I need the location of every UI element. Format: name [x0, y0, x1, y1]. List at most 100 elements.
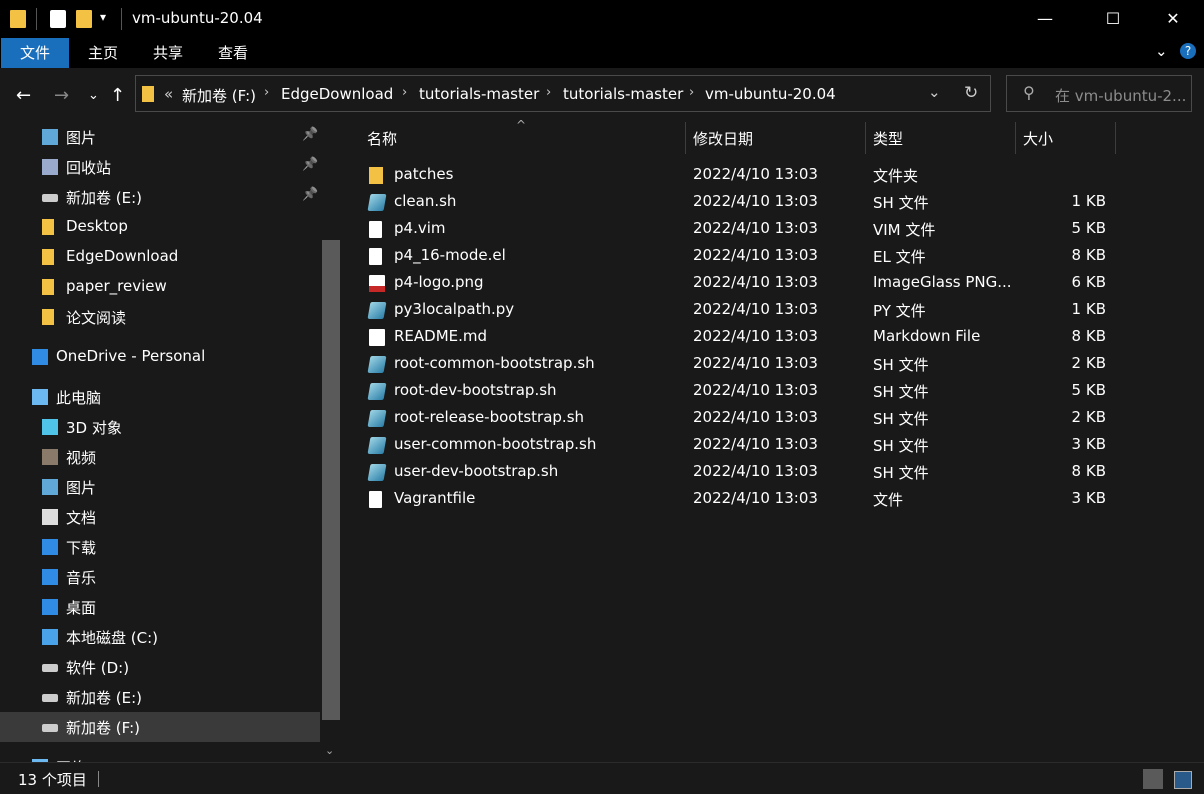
file-row[interactable]: p4_16-mode.el 2022/4/10 13:03 EL 文件 8 KB	[366, 243, 1126, 270]
column-header-name[interactable]: 名称	[367, 128, 397, 149]
column-divider[interactable]	[865, 122, 866, 154]
file-row[interactable]: clean.sh 2022/4/10 13:03 SH 文件 1 KB	[366, 189, 1126, 216]
breadcrumb-separator-icon[interactable]: ›	[546, 85, 551, 100]
sidebar-scrollbar[interactable]: ⌄	[320, 122, 342, 762]
file-size: 8 KB	[1071, 462, 1106, 480]
pictures-icon	[42, 129, 58, 145]
breadcrumb-separator-icon[interactable]: ›	[402, 85, 407, 100]
ribbon-tabs: 文件 主页 共享 查看 ⌄ ?	[0, 38, 1204, 68]
refresh-icon[interactable]: ↻	[964, 83, 978, 103]
tab-view[interactable]: 查看	[210, 38, 256, 68]
customize-toolbar-icon[interactable]: ▾	[100, 10, 106, 24]
sidebar-item[interactable]: 3D 对象	[0, 412, 320, 442]
recent-locations-icon[interactable]: ⌄	[88, 84, 99, 108]
sidebar-item[interactable]: 回收站 📌	[0, 152, 320, 182]
breadcrumb-item[interactable]: vm-ubuntu-20.04	[705, 85, 836, 103]
pin-icon[interactable]: 📌	[302, 157, 318, 172]
new-folder-icon[interactable]	[76, 10, 92, 28]
search-box[interactable]: ⚲ 在 vm-ubuntu-2...	[1006, 75, 1192, 112]
chevron-down-icon[interactable]: ⌄	[928, 83, 941, 101]
file-row[interactable]: root-release-bootstrap.sh 2022/4/10 13:03…	[366, 405, 1126, 432]
sidebar-item-label: 新加卷 (E:)	[66, 689, 143, 707]
sidebar-item-label: EdgeDownload	[66, 247, 179, 265]
file-type: SH 文件	[873, 437, 929, 455]
file-row[interactable]: p4.vim 2022/4/10 13:03 VIM 文件 5 KB	[366, 216, 1126, 243]
file-row[interactable]: root-dev-bootstrap.sh 2022/4/10 13:03 SH 文…	[366, 378, 1126, 405]
file-row[interactable]: user-dev-bootstrap.sh 2022/4/10 13:03 SH 文…	[366, 459, 1126, 486]
file-row[interactable]: README.md 2022/4/10 13:03 Markdown File 8 K…	[366, 324, 1126, 351]
tab-file[interactable]: 文件	[1, 38, 69, 68]
file-row[interactable]: py3localpath.py 2022/4/10 13:03 PY 文件 1 KB	[366, 297, 1126, 324]
item-count: 13 个项目	[18, 771, 87, 789]
sidebar-item[interactable]: EdgeDownload	[0, 242, 320, 272]
tab-home[interactable]: 主页	[80, 38, 126, 68]
column-divider[interactable]	[685, 122, 686, 154]
breadcrumb-item[interactable]: EdgeDownload	[281, 85, 393, 103]
large-icons-view-icon[interactable]	[1174, 771, 1192, 789]
sidebar-item[interactable]: 下载	[0, 532, 320, 562]
sidebar-item[interactable]: 视频	[0, 442, 320, 472]
sidebar-item-label: 文档	[66, 509, 97, 527]
sidebar-item[interactable]: 图片 📌	[0, 122, 320, 152]
tab-share[interactable]: 共享	[145, 38, 191, 68]
sidebar-item[interactable]: 桌面	[0, 592, 320, 622]
column-divider[interactable]	[1115, 122, 1116, 154]
breadcrumb-overflow[interactable]: «	[164, 85, 173, 103]
breadcrumb-item[interactable]: tutorials-master	[563, 85, 683, 103]
up-arrow-icon[interactable]: ↑	[110, 84, 125, 108]
sidebar-item[interactable]: 网络	[0, 752, 320, 762]
sidebar-item[interactable]: 论文阅读	[0, 302, 320, 332]
chevron-down-icon[interactable]: ⌄	[1155, 42, 1168, 60]
breadcrumb-item[interactable]: tutorials-master	[419, 85, 539, 103]
breadcrumb-item[interactable]: 新加卷 (F:)	[182, 85, 256, 106]
minimize-button[interactable]: —	[1022, 0, 1068, 38]
column-divider[interactable]	[1015, 122, 1016, 154]
file-row[interactable]: patches 2022/4/10 13:03 文件夹	[366, 162, 1126, 189]
breadcrumb-separator-icon[interactable]: ›	[264, 85, 269, 100]
file-date: 2022/4/10 13:03	[693, 165, 818, 183]
navigation-pane: 图片 📌 回收站 📌 新加卷 (E:) 📌 Desktop EdgeDownload paper…	[0, 122, 342, 762]
sidebar-item-label: Desktop	[66, 217, 128, 235]
address-bar[interactable]: « 新加卷 (F:) › EdgeDownload › tutorials-ma…	[135, 75, 991, 112]
column-header-date[interactable]: 修改日期	[693, 128, 753, 149]
md-file-icon	[369, 329, 385, 346]
help-icon[interactable]: ?	[1180, 43, 1196, 59]
sidebar-item[interactable]: 此电脑	[0, 382, 320, 412]
details-view-icon[interactable]	[1143, 769, 1163, 789]
breadcrumb-separator-icon[interactable]: ›	[689, 85, 694, 100]
sidebar-item[interactable]: paper_review	[0, 272, 320, 302]
file-row[interactable]: user-common-bootstrap.sh 2022/4/10 13:03 S…	[366, 432, 1126, 459]
sidebar-item-label: 新加卷 (F:)	[66, 719, 140, 737]
sidebar-item[interactable]: Desktop	[0, 212, 320, 242]
sidebar-item[interactable]: 图片	[0, 472, 320, 502]
pin-icon[interactable]: 📌	[302, 187, 318, 202]
scroll-down-icon[interactable]: ⌄	[325, 744, 334, 757]
column-header-size[interactable]: 大小	[1023, 128, 1053, 149]
file-row[interactable]: p4-logo.png 2022/4/10 13:03 ImageGlass PNG…	[366, 270, 1126, 297]
close-button[interactable]: ✕	[1150, 0, 1196, 38]
sidebar-item[interactable]: OneDrive - Personal	[0, 342, 320, 372]
file-row[interactable]: root-common-bootstrap.sh 2022/4/10 13:03 S…	[366, 351, 1126, 378]
sidebar-item[interactable]: 本地磁盘 (C:)	[0, 622, 320, 652]
sidebar-item[interactable]: 新加卷 (F:)	[0, 712, 320, 742]
png-file-icon	[369, 275, 385, 292]
pin-icon[interactable]: 📌	[302, 127, 318, 142]
column-header-type[interactable]: 类型	[873, 128, 903, 149]
sidebar-item[interactable]: 新加卷 (E:)	[0, 682, 320, 712]
back-arrow-icon[interactable]: ←	[16, 84, 31, 108]
maximize-button[interactable]: ☐	[1090, 0, 1136, 38]
file-name: root-dev-bootstrap.sh	[394, 381, 557, 399]
sidebar-item[interactable]: 新加卷 (E:) 📌	[0, 182, 320, 212]
sidebar-item[interactable]: 文档	[0, 502, 320, 532]
file-name: user-common-bootstrap.sh	[394, 435, 597, 453]
search-icon: ⚲	[1023, 83, 1035, 102]
file-row[interactable]: Vagrantfile 2022/4/10 13:03 文件 3 KB	[366, 486, 1126, 513]
file-date: 2022/4/10 13:03	[693, 300, 818, 318]
scrollbar-thumb[interactable]	[322, 240, 340, 720]
file-date: 2022/4/10 13:03	[693, 489, 818, 507]
sidebar-item[interactable]: 软件 (D:)	[0, 652, 320, 682]
properties-icon[interactable]	[50, 10, 66, 28]
forward-arrow-icon[interactable]: →	[54, 84, 69, 108]
sidebar-item[interactable]: 音乐	[0, 562, 320, 592]
file-name: p4_16-mode.el	[394, 246, 506, 264]
